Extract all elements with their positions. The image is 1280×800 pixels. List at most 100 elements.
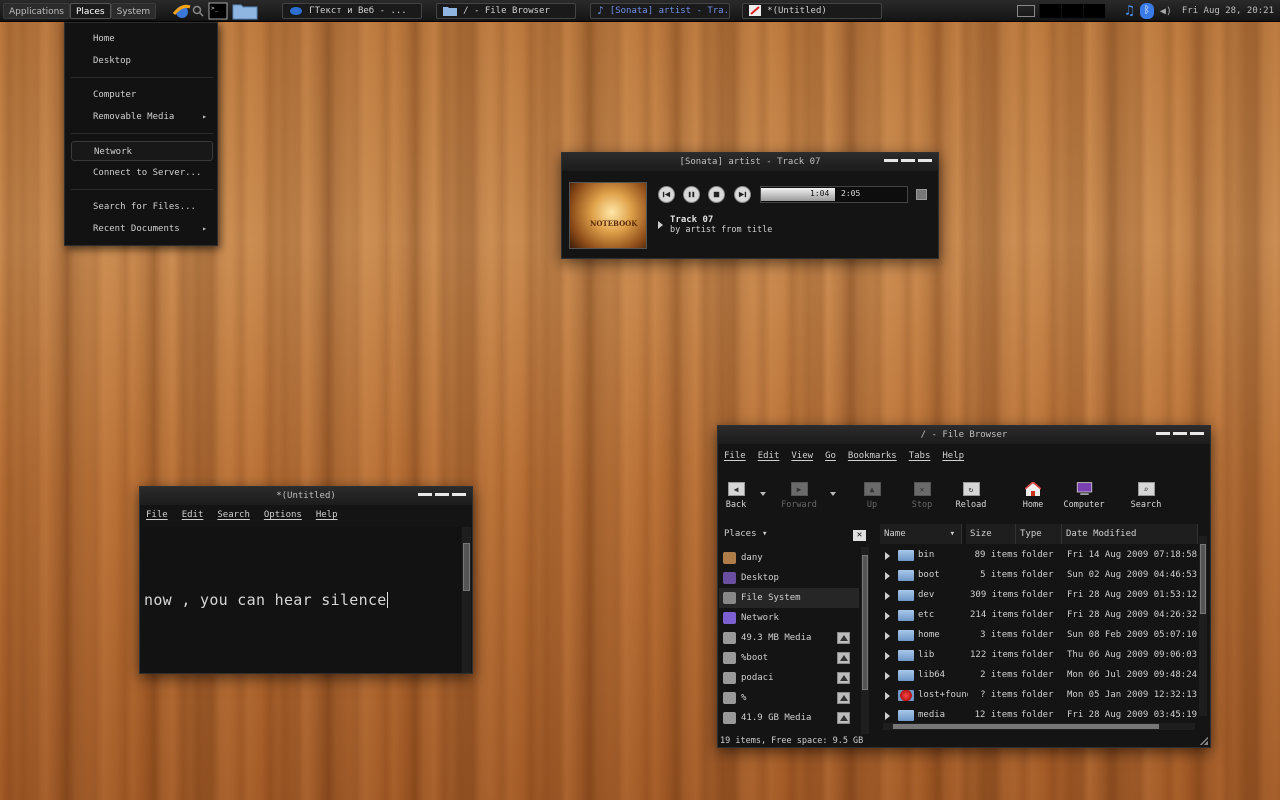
scrollbar-thumb[interactable] [893, 724, 1159, 729]
volume-icon[interactable]: ◀) [1160, 6, 1172, 17]
menu-tabs[interactable]: Tabs [909, 451, 931, 461]
home-button[interactable]: Home [1010, 481, 1056, 510]
file-row[interactable]: dev 309 items folder Fri 28 Aug 2009 01:53:… [881, 585, 1197, 605]
place-item[interactable]: podaci [719, 668, 859, 688]
menu-file[interactable]: File [146, 510, 168, 520]
menu-file[interactable]: File [724, 451, 746, 461]
volume-button[interactable] [916, 189, 927, 200]
place-item[interactable]: dany [719, 548, 859, 568]
expander-arrow-icon[interactable] [885, 632, 890, 640]
workspace-2[interactable] [1061, 4, 1084, 18]
file-row[interactable]: lost+found ? items folder Mon 05 Jan 2009 1… [881, 685, 1197, 705]
bluetooth-icon[interactable]: ᛒ [1139, 3, 1154, 19]
workspace-switcher-icon[interactable] [1017, 5, 1036, 17]
file-row[interactable]: lib 122 items folder Thu 06 Aug 2009 09:06:… [881, 645, 1197, 665]
menu-help[interactable]: Help [316, 510, 338, 520]
maximize-button[interactable] [901, 159, 915, 162]
expander-arrow-icon[interactable] [885, 712, 890, 720]
column-size[interactable]: Size [966, 524, 1016, 544]
maximize-button[interactable] [435, 493, 449, 496]
search-button[interactable]: ⌕ Search [1123, 482, 1169, 510]
menu-item-desktop[interactable]: Desktop [71, 51, 213, 71]
place-item[interactable]: % [719, 688, 859, 708]
folder-launcher-icon[interactable] [232, 2, 258, 20]
menu-search[interactable]: Search [217, 510, 250, 520]
browser-launcher-icon[interactable] [172, 2, 192, 20]
music-tray-icon[interactable]: ♫ [1125, 3, 1133, 19]
scrollbar-thumb[interactable] [862, 555, 868, 690]
minimize-button[interactable] [884, 159, 898, 162]
forward-button[interactable]: ▶ Forward [776, 482, 822, 510]
stop-button[interactable] [708, 186, 725, 203]
scrollbar-thumb[interactable] [463, 543, 470, 591]
clock[interactable]: Fri Aug 28, 20:21 [1182, 6, 1274, 16]
place-item[interactable]: Network [719, 608, 859, 628]
expander-arrow-icon[interactable] [885, 692, 890, 700]
previous-button[interactable] [658, 186, 675, 203]
expander-arrow-icon[interactable] [885, 572, 890, 580]
eject-icon[interactable] [837, 672, 850, 684]
menu-item-home[interactable]: Home [71, 29, 213, 49]
column-name[interactable]: Name ▾ [880, 524, 962, 544]
workspace-1[interactable] [1039, 4, 1062, 18]
task-file-browser[interactable]: / - File Browser [436, 2, 577, 19]
applications-menu[interactable]: Applications [3, 2, 70, 19]
close-button[interactable] [1190, 432, 1204, 435]
file-row[interactable]: boot 5 items folder Sun 02 Aug 2009 04:46:5… [881, 565, 1197, 585]
eject-icon[interactable] [837, 652, 850, 664]
task-sonata[interactable]: ♪ [Sonata] artist - Tra... [590, 2, 731, 19]
task-text-editor[interactable]: *(Untitled) [742, 2, 883, 19]
back-history-dropdown[interactable] [760, 492, 766, 496]
file-list-scrollbar[interactable] [1199, 536, 1207, 716]
menu-go[interactable]: Go [825, 451, 836, 461]
menu-item-computer[interactable]: Computer [71, 85, 213, 105]
menu-bookmarks[interactable]: Bookmarks [848, 451, 897, 461]
expander-arrow-icon[interactable] [885, 672, 890, 680]
minimize-button[interactable] [418, 493, 432, 496]
resize-grip-icon[interactable] [1200, 737, 1208, 745]
menu-item-recent-documents[interactable]: Recent Documents ▸ [71, 219, 213, 239]
up-button[interactable]: ▲ Up [849, 482, 895, 510]
expander-arrow-icon[interactable] [885, 612, 890, 620]
window-titlebar[interactable]: [Sonata] artist - Track 07 [562, 153, 938, 171]
back-button[interactable]: ◀ Back [713, 482, 759, 510]
workspace-3[interactable] [1083, 4, 1106, 18]
menu-item-connect-to-server[interactable]: Connect to Server... [71, 163, 213, 183]
file-row[interactable]: lib64 2 items folder Mon 06 Jul 2009 09:48:… [881, 665, 1197, 685]
close-button[interactable] [918, 159, 932, 162]
scrollbar-thumb[interactable] [1200, 544, 1206, 614]
side-pane-selector[interactable]: Places ▾ [719, 524, 874, 544]
minimize-button[interactable] [1156, 432, 1170, 435]
stop-button[interactable]: ✕ Stop [899, 482, 945, 510]
file-row[interactable]: etc 214 items folder Fri 28 Aug 2009 04:26:… [881, 605, 1197, 625]
progress-bar[interactable]: 1:04 2:05 [760, 186, 908, 203]
close-button[interactable] [452, 493, 466, 496]
file-row[interactable]: media 12 items folder Fri 28 Aug 2009 03:45… [881, 705, 1197, 725]
expander-arrow-icon[interactable] [885, 652, 890, 660]
reload-button[interactable]: ↻ Reload [948, 482, 994, 510]
vertical-scrollbar[interactable] [462, 527, 471, 673]
forward-history-dropdown[interactable] [830, 492, 836, 496]
eject-icon[interactable] [837, 692, 850, 704]
place-item[interactable]: %boot [719, 648, 859, 668]
text-area[interactable]: now , you can hear silence [141, 527, 461, 673]
menu-edit[interactable]: Edit [758, 451, 780, 461]
column-type[interactable]: Type [1016, 524, 1062, 544]
expander-arrow-icon[interactable] [885, 552, 890, 560]
close-side-pane-button[interactable]: ✕ [853, 530, 866, 541]
expander-arrow-icon[interactable] [885, 592, 890, 600]
places-menu-button[interactable]: Places [69, 2, 111, 19]
search-launcher-icon[interactable] [192, 2, 204, 20]
eject-icon[interactable] [837, 632, 850, 644]
maximize-button[interactable] [1173, 432, 1187, 435]
menu-item-search-for-files[interactable]: Search for Files... [71, 197, 213, 217]
horizontal-scrollbar[interactable] [883, 723, 1195, 730]
place-item[interactable]: 49.3 MB Media [719, 628, 859, 648]
place-item[interactable]: 41.9 GB Media [719, 708, 859, 728]
place-item[interactable]: Desktop [719, 568, 859, 588]
terminal-launcher-icon[interactable]: >_ [208, 2, 228, 20]
menu-item-network[interactable]: Network [71, 141, 213, 161]
computer-button[interactable]: Computer [1061, 482, 1107, 510]
eject-icon[interactable] [837, 712, 850, 724]
sidebar-scrollbar[interactable] [861, 547, 869, 734]
